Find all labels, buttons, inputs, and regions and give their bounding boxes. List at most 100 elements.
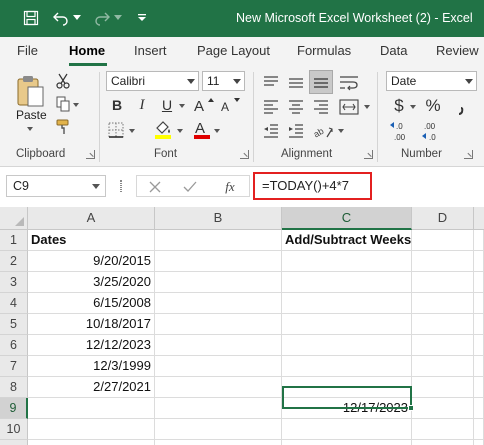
column-header-c[interactable]: C: [282, 207, 412, 230]
align-bottom-icon[interactable]: [309, 70, 333, 94]
cell-c1[interactable]: Add/Subtract Weeks: [282, 230, 412, 251]
cell-c10[interactable]: [282, 419, 412, 440]
tab-data[interactable]: Data: [380, 43, 407, 58]
merge-dropdown-icon[interactable]: [364, 105, 370, 109]
formula-bar-splitter[interactable]: [120, 180, 122, 192]
accounting-dropdown-icon[interactable]: [410, 105, 416, 109]
bold-button[interactable]: B: [108, 95, 126, 115]
decrease-font-size-icon[interactable]: A: [220, 95, 242, 115]
tab-review[interactable]: Review: [436, 43, 479, 58]
cut-icon[interactable]: [54, 72, 72, 90]
font-launcher-icon[interactable]: [240, 150, 249, 159]
align-center-icon[interactable]: [285, 96, 307, 118]
font-name-combo[interactable]: Calibri: [106, 71, 199, 91]
customize-toolbar-icon[interactable]: [133, 6, 151, 30]
cell-a1[interactable]: Dates: [28, 230, 155, 251]
paste-button[interactable]: Paste: [16, 108, 47, 122]
increase-indent-icon[interactable]: [285, 120, 307, 142]
font-color-icon[interactable]: A: [192, 118, 212, 140]
tab-home[interactable]: Home: [69, 43, 105, 58]
cell-d9[interactable]: [412, 398, 474, 419]
font-color-dropdown-icon[interactable]: [214, 129, 220, 133]
row-header-10[interactable]: 10: [0, 419, 28, 440]
align-middle-icon[interactable]: [285, 72, 307, 94]
cell-d8[interactable]: [412, 377, 474, 398]
cell-d1[interactable]: [412, 230, 474, 251]
row-header-3[interactable]: 3: [0, 272, 28, 293]
save-icon[interactable]: [19, 6, 43, 30]
cell-d4[interactable]: [412, 293, 474, 314]
cell-e1[interactable]: [474, 230, 484, 251]
number-launcher-icon[interactable]: [464, 150, 473, 159]
borders-icon[interactable]: [106, 120, 126, 140]
cell-c4[interactable]: [282, 293, 412, 314]
cell-e2[interactable]: [474, 251, 484, 272]
align-right-icon[interactable]: [310, 96, 332, 118]
tab-insert[interactable]: Insert: [134, 43, 167, 58]
redo-dropdown-icon[interactable]: [113, 6, 123, 30]
clipboard-launcher-icon[interactable]: [86, 150, 95, 159]
column-header-e[interactable]: [474, 207, 484, 230]
cell-d3[interactable]: [412, 272, 474, 293]
undo-dropdown-icon[interactable]: [72, 6, 82, 30]
borders-dropdown-icon[interactable]: [129, 129, 135, 133]
cell-e7[interactable]: [474, 356, 484, 377]
cell-d10[interactable]: [412, 419, 474, 440]
row-header-8[interactable]: 8: [0, 377, 28, 398]
cell-c3[interactable]: [282, 272, 412, 293]
merge-center-icon[interactable]: [337, 96, 361, 118]
copy-dropdown-icon[interactable]: [73, 103, 79, 107]
cell-b5[interactable]: [155, 314, 282, 335]
name-box[interactable]: C9: [6, 175, 106, 197]
cell-c5[interactable]: [282, 314, 412, 335]
cell-e4[interactable]: [474, 293, 484, 314]
row-header-6[interactable]: 6: [0, 335, 28, 356]
wrap-text-icon[interactable]: [337, 72, 361, 94]
cell-a8[interactable]: 2/27/2021: [28, 377, 155, 398]
increase-decimal-icon[interactable]: .0.00: [388, 119, 416, 143]
alignment-launcher-icon[interactable]: [364, 150, 373, 159]
cell-d2[interactable]: [412, 251, 474, 272]
cell-c6[interactable]: [282, 335, 412, 356]
font-size-combo[interactable]: 11: [202, 71, 245, 91]
cell-a6[interactable]: 12/12/2023: [28, 335, 155, 356]
cell-a10[interactable]: [28, 419, 155, 440]
row-header-4[interactable]: 4: [0, 293, 28, 314]
enter-icon[interactable]: [182, 179, 198, 195]
cell-a5[interactable]: 10/18/2017: [28, 314, 155, 335]
cell-b6[interactable]: [155, 335, 282, 356]
number-format-combo[interactable]: Date: [386, 71, 477, 91]
cell-d5[interactable]: [412, 314, 474, 335]
cell-b3[interactable]: [155, 272, 282, 293]
cell-e5[interactable]: [474, 314, 484, 335]
cell-e8[interactable]: [474, 377, 484, 398]
cell-a4[interactable]: 6/15/2008: [28, 293, 155, 314]
insert-function-button[interactable]: fx: [219, 178, 241, 196]
orientation-dropdown-icon[interactable]: [338, 129, 344, 133]
row-header-5[interactable]: 5: [0, 314, 28, 335]
cell-e3[interactable]: [474, 272, 484, 293]
underline-dropdown-icon[interactable]: [179, 104, 185, 108]
decrease-decimal-icon[interactable]: .00.0: [420, 119, 448, 143]
cell-a7[interactable]: 12/3/1999: [28, 356, 155, 377]
cell-d6[interactable]: [412, 335, 474, 356]
select-all-button[interactable]: [0, 207, 28, 230]
row-header-9[interactable]: 9: [0, 398, 28, 419]
align-left-icon[interactable]: [260, 96, 282, 118]
row-header-2[interactable]: 2: [0, 251, 28, 272]
undo-icon[interactable]: [50, 6, 72, 30]
cell-b4[interactable]: [155, 293, 282, 314]
cell-d7[interactable]: [412, 356, 474, 377]
align-top-icon[interactable]: [260, 72, 282, 94]
cell-b10[interactable]: [155, 419, 282, 440]
column-header-b[interactable]: B: [155, 207, 282, 230]
fill-handle[interactable]: [408, 405, 414, 411]
redo-icon[interactable]: [91, 6, 113, 30]
column-header-a[interactable]: A: [28, 207, 155, 230]
row-header-7[interactable]: 7: [0, 356, 28, 377]
cell-e11[interactable]: [474, 440, 484, 445]
tab-page-layout[interactable]: Page Layout: [197, 43, 270, 58]
cell-b1[interactable]: [155, 230, 282, 251]
format-painter-icon[interactable]: [54, 118, 72, 136]
percent-style-button[interactable]: %: [423, 95, 443, 117]
